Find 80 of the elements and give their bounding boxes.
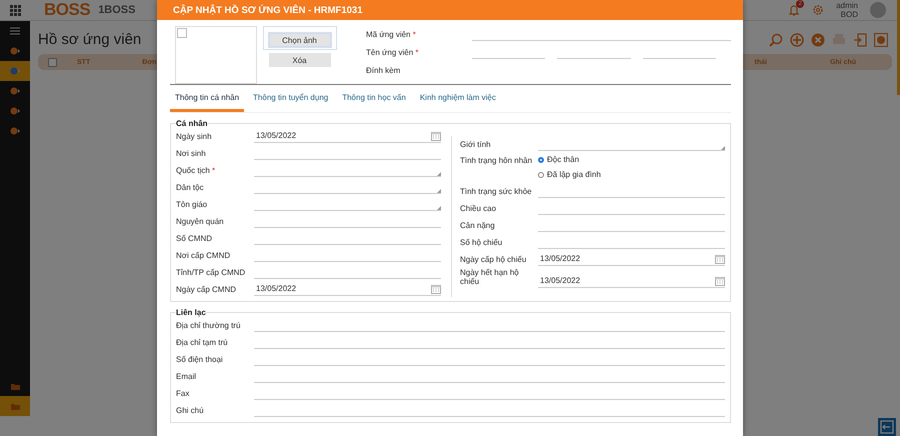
field-label: Số điện thoại <box>176 355 224 366</box>
field-label: Ghi chú <box>176 406 205 417</box>
calendar-icon[interactable] <box>431 284 441 294</box>
sidebar-item[interactable] <box>0 61 30 81</box>
tab[interactable]: Kinh nghiệm làm việc <box>414 85 501 112</box>
calendar-icon[interactable] <box>715 254 725 264</box>
delete-icon[interactable] <box>811 32 825 46</box>
user-role: BOD <box>840 10 858 19</box>
export-icon[interactable] <box>853 32 867 46</box>
radio-label[interactable]: Độc thân <box>547 155 580 164</box>
avatar[interactable] <box>870 2 886 18</box>
brand-name: 1BOSS <box>98 4 136 16</box>
field-label: Tỉnh/TP cấp CMND <box>176 268 246 279</box>
field-label: Mã ứng viên * <box>366 30 417 41</box>
add-icon[interactable] <box>790 32 804 46</box>
calendar-icon[interactable] <box>715 276 725 286</box>
sidebar-item[interactable] <box>0 396 30 416</box>
section-title: Liên lạc <box>176 308 206 317</box>
remove-photo-button[interactable]: Xóa <box>268 53 330 67</box>
field-label: Ngày cấp hộ chiếu <box>460 255 528 266</box>
field-label: Nơi sinh <box>176 149 207 160</box>
date-field[interactable]: 13/05/2022 <box>254 282 441 296</box>
tab[interactable]: Thông tin tuyển dụng <box>248 85 334 112</box>
field-label: Ngày cấp CMND <box>176 285 238 296</box>
field-label: Số CMND <box>176 234 214 245</box>
page-title: Hồ sơ ứng viên <box>38 31 142 48</box>
field-label: Địa chỉ tạm trú <box>176 338 229 349</box>
field-label: Nơi cấp CMND <box>176 251 232 262</box>
choose-photo-button[interactable]: Chọn ảnh <box>268 33 330 47</box>
folder-icon <box>10 382 20 390</box>
resize-corner-icon <box>721 146 725 150</box>
printer-icon[interactable] <box>832 32 846 46</box>
back-icon[interactable] <box>878 418 896 436</box>
folder-icon <box>10 402 20 410</box>
radio-button[interactable] <box>538 172 544 178</box>
field-label: Cân nặng <box>460 221 496 232</box>
section-title: Cá nhân <box>176 119 208 128</box>
header-checkbox[interactable] <box>48 58 57 66</box>
field-label: Đính kèm <box>366 66 402 77</box>
settings-icon[interactable] <box>812 4 824 16</box>
resize-corner-icon <box>437 206 441 210</box>
field-label: Fax <box>176 389 190 400</box>
date-field[interactable]: 13/05/2022 <box>538 252 725 266</box>
menu-icon[interactable] <box>10 27 20 35</box>
module-icon <box>10 87 20 95</box>
radio-button[interactable] <box>538 156 544 162</box>
radio-label[interactable]: Đã lập gia đình <box>547 170 601 179</box>
modal-title: CẬP NHẬT HỒ SƠ ỨNG VIÊN - HRMF1031 <box>157 0 743 20</box>
field-label: Địa chỉ thường trú <box>176 321 242 332</box>
bell-icon[interactable] <box>788 4 800 16</box>
resize-corner-icon <box>437 172 441 176</box>
field-label: Giới tính <box>460 140 492 151</box>
date-field[interactable]: 13/05/2022 <box>254 129 441 143</box>
module-icon <box>10 127 20 135</box>
search-icon[interactable] <box>769 32 783 46</box>
module-icon <box>10 47 20 55</box>
calendar-icon[interactable] <box>431 130 441 140</box>
field-label: Tình trạng hôn nhân <box>460 155 534 167</box>
field-label: Ngày sinh <box>176 132 213 143</box>
resize-corner-icon <box>437 189 441 193</box>
field-label: Quốc tịch * <box>176 166 216 177</box>
field-label: Tôn giáo <box>176 200 208 211</box>
field-label: Số hộ chiếu <box>460 238 504 249</box>
field-label: Tình trạng sức khỏe <box>460 187 533 198</box>
user-name: admin <box>836 1 858 10</box>
photo-checkbox[interactable] <box>177 28 187 38</box>
field-label: Tên ứng viên * <box>366 48 420 59</box>
field-label: Chiều cao <box>460 204 498 215</box>
field-label: Nguyên quán <box>176 217 225 228</box>
date-field[interactable]: 13/05/2022 <box>538 274 725 288</box>
field-label: Ngày hết hạn hộ chiếu <box>460 268 520 288</box>
module-icon <box>10 107 20 115</box>
field-label: Email <box>176 372 198 383</box>
tab[interactable]: Thông tin cá nhân <box>170 85 244 112</box>
logo: BOSS <box>44 0 90 20</box>
field-label: Dân tộc <box>176 183 205 194</box>
tab[interactable]: Thông tin học vấn <box>337 85 411 112</box>
apps-grid-icon[interactable] <box>10 4 20 16</box>
module-icon <box>10 67 20 75</box>
filter-icon[interactable] <box>874 32 888 46</box>
